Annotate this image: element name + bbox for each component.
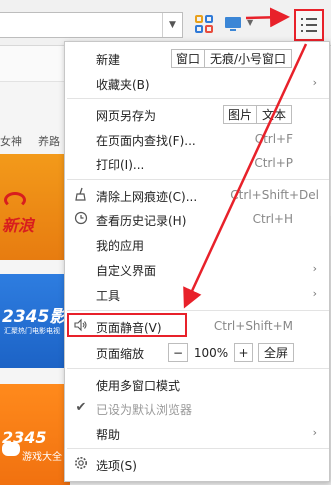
nav-item[interactable]: 养路 [38,133,60,149]
broom-icon [73,187,89,203]
fullscreen-button[interactable]: 全屏 [258,343,294,362]
menu-item-help[interactable]: 帮助 › [65,421,329,445]
tab-strip [0,46,70,82]
sina-logo-icon [4,192,26,208]
gamepad-icon [2,442,20,456]
menu-shortcut: Ctrl+F [254,132,293,146]
apps-grid-icon[interactable] [194,14,214,34]
menu-item-view-history[interactable]: 查看历史记录(H) Ctrl+H [65,207,329,231]
menu-item-zoom: 页面缩放 − 100% + 全屏 [65,340,329,364]
zoom-out-button[interactable]: − [168,343,188,362]
menu-item-new: 新建 窗口 无痕/小号窗口 [65,46,329,70]
menu-item-label: 清除上网痕迹(C)... [96,190,198,204]
site-card-2345-video[interactable]: 2345影 汇聚热门电影电视 [0,274,70,368]
menu-shortcut: Ctrl+Shift+M [213,319,293,333]
menu-item-label: 收藏夹(B) [96,78,150,92]
zoom-in-button[interactable]: + [234,343,253,362]
menu-item-label: 打印(I)... [96,158,145,172]
screen-cast-icon[interactable] [224,14,244,34]
menu-item-label: 我的应用 [96,239,145,253]
menu-item-options[interactable]: 选项(S) [65,452,329,476]
menu-item-default-browser: ✔ 已设为默认浏览器 [65,396,329,420]
browser-toolbar: ▼ ▼ [0,0,331,46]
save-text-button[interactable]: 文本 [256,105,292,124]
menu-divider [67,179,329,180]
main-menu-button[interactable] [294,9,324,41]
nav-item[interactable]: 女神 [0,133,22,149]
menu-item-label: 页面缩放 [96,347,145,361]
menu-shortcut: Ctrl+P [254,156,293,170]
menu-divider [67,368,329,369]
main-menu-dropdown: 新建 窗口 无痕/小号窗口 收藏夹(B) › 网页另存为 图片 文本 在页面内查… [64,41,330,482]
menu-item-find[interactable]: 在页面内查找(F)... Ctrl+F [65,127,329,151]
address-dropdown-button[interactable]: ▼ [162,13,182,37]
zoom-level: 100% [193,345,229,360]
menu-item-label: 新建 [96,53,121,67]
menu-item-label: 使用多窗口模式 [96,379,181,393]
chevron-right-icon: › [312,76,317,89]
menu-item-label: 查看历史记录(H) [96,214,187,228]
new-incognito-window-button[interactable]: 无痕/小号窗口 [204,49,292,68]
menu-shortcut: Ctrl+Shift+Del [230,188,319,202]
save-image-button[interactable]: 图片 [223,105,257,124]
menu-divider [67,310,329,311]
menu-item-label: 自定义界面 [96,264,157,278]
chevron-down-icon[interactable]: ▼ [247,18,253,27]
menu-item-label: 工具 [96,289,121,303]
site-card-sina[interactable]: 新浪 [0,154,70,260]
menu-item-label: 网页另存为 [96,109,157,123]
chevron-right-icon: › [312,287,317,300]
menu-item-print[interactable]: 打印(I)... Ctrl+P [65,151,329,175]
new-window-button[interactable]: 窗口 [171,49,205,68]
menu-divider [67,448,329,449]
menu-item-clear-history[interactable]: 清除上网痕迹(C)... Ctrl+Shift+Del [65,183,329,207]
hamburger-list-icon [301,18,317,20]
menu-item-multi-window[interactable]: 使用多窗口模式 [65,372,329,396]
annotation-highlight-box [67,313,187,337]
address-bar[interactable]: ▼ [0,12,183,38]
site-card-title: 新浪 [2,216,35,235]
menu-item-label: 已设为默认浏览器 [96,403,193,417]
menu-shortcut: Ctrl+H [252,212,293,226]
menu-item-label: 选项(S) [96,459,137,473]
gear-icon [73,456,89,472]
chevron-right-icon: › [312,262,317,275]
site-card-2345-games[interactable]: 2345 游戏大全 [0,384,70,485]
menu-divider [67,98,329,99]
site-card-subtitle: 游戏大全 [22,452,62,463]
chevron-right-icon: › [312,426,317,439]
menu-item-save-as: 网页另存为 图片 文本 [65,102,329,126]
menu-item-customize[interactable]: 自定义界面 › [65,257,329,281]
menu-item-label: 在页面内查找(F)... [96,134,196,148]
check-icon: ✔ [75,400,87,415]
clock-icon [73,211,89,227]
menu-item-tools[interactable]: 工具 › [65,282,329,306]
site-card-title: 2345影 [2,307,67,327]
site-card-subtitle: 汇聚热门电影电视 [4,327,60,335]
menu-item-favorites[interactable]: 收藏夹(B) › [65,71,329,95]
menu-item-label: 帮助 [96,428,121,442]
menu-item-my-apps[interactable]: 我的应用 [65,232,329,256]
